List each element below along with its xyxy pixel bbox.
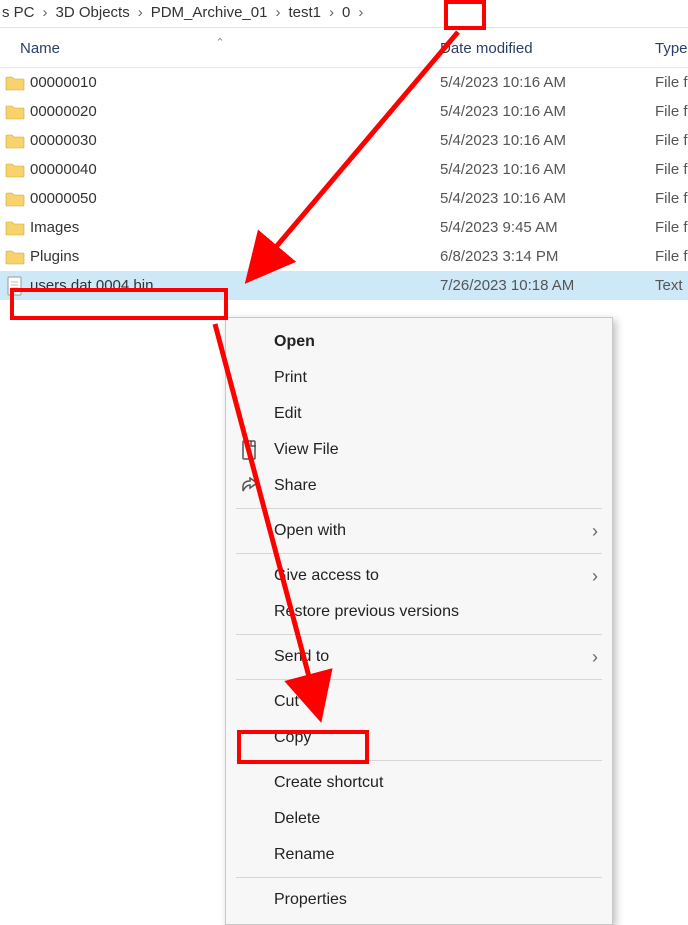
file-date: 5/4/2023 10:16 AM (440, 103, 655, 120)
list-item[interactable]: users.dat.0004.bin7/26/2023 10:18 AMText (0, 271, 688, 300)
file-name: 00000030 (30, 132, 440, 149)
file-name: Images (30, 219, 440, 236)
file-type: File f (655, 132, 688, 149)
menu-print[interactable]: Print (226, 360, 612, 396)
menu-share[interactable]: Share (226, 468, 612, 504)
folder-icon (0, 249, 30, 265)
file-date: 5/4/2023 9:45 AM (440, 219, 655, 236)
chevron-right-icon: › (273, 4, 282, 21)
menu-sendto[interactable]: Send to › (226, 639, 612, 675)
menu-copy[interactable]: Copy (226, 720, 612, 756)
crumb-1[interactable]: 3D Objects (54, 4, 132, 21)
file-name: Plugins (30, 248, 440, 265)
chevron-right-icon: › (592, 521, 598, 542)
file-name: 00000020 (30, 103, 440, 120)
file-icon (0, 276, 30, 296)
list-item[interactable]: 000000105/4/2023 10:16 AMFile f (0, 68, 688, 97)
list-item[interactable]: 000000305/4/2023 10:16 AMFile f (0, 126, 688, 155)
header-type[interactable]: Type (655, 40, 688, 57)
menu-properties[interactable]: Properties (226, 882, 612, 918)
header-date[interactable]: Date modified (440, 40, 655, 57)
crumb-0[interactable]: s PC (0, 4, 37, 21)
list-item[interactable]: Plugins6/8/2023 3:14 PMFile f (0, 242, 688, 271)
menu-restore[interactable]: Restore previous versions (226, 594, 612, 630)
folder-icon (0, 75, 30, 91)
file-date: 5/4/2023 10:16 AM (440, 190, 655, 207)
file-type: Text (655, 277, 688, 294)
file-date: 5/4/2023 10:16 AM (440, 132, 655, 149)
menu-openwith[interactable]: Open with › (226, 513, 612, 549)
sort-indicator-icon: ⌃ (0, 36, 440, 49)
menu-giveaccess[interactable]: Give access to › (226, 558, 612, 594)
crumb-2[interactable]: PDM_Archive_01 (149, 4, 270, 21)
file-name: 00000040 (30, 161, 440, 178)
menu-createshortcut[interactable]: Create shortcut (226, 765, 612, 801)
menu-cut[interactable]: Cut (226, 684, 612, 720)
menu-rename[interactable]: Rename (226, 837, 612, 873)
menu-edit[interactable]: Edit (226, 396, 612, 432)
list-item[interactable]: Images5/4/2023 9:45 AMFile f (0, 213, 688, 242)
folder-icon (0, 133, 30, 149)
menu-delete[interactable]: Delete (226, 801, 612, 837)
document-icon (238, 440, 262, 460)
folder-icon (0, 162, 30, 178)
chevron-right-icon: › (327, 4, 336, 21)
share-icon (238, 477, 262, 495)
file-date: 7/26/2023 10:18 AM (440, 277, 655, 294)
file-type: File f (655, 190, 688, 207)
folder-icon (0, 104, 30, 120)
list-item[interactable]: 000000505/4/2023 10:16 AMFile f (0, 184, 688, 213)
context-menu: Open Print Edit View File Share Open wit… (225, 317, 613, 925)
chevron-right-icon: › (41, 4, 50, 21)
menu-open[interactable]: Open (226, 324, 612, 360)
folder-icon (0, 191, 30, 207)
chevron-right-icon: › (592, 647, 598, 668)
crumb-4[interactable]: 0 (340, 4, 352, 21)
chevron-right-icon: › (356, 4, 365, 21)
list-item[interactable]: 000000405/4/2023 10:16 AMFile f (0, 155, 688, 184)
file-type: File f (655, 74, 688, 91)
file-type: File f (655, 161, 688, 178)
file-type: File f (655, 248, 688, 265)
file-name: 00000010 (30, 74, 440, 91)
file-date: 6/8/2023 3:14 PM (440, 248, 655, 265)
list-item[interactable]: 000000205/4/2023 10:16 AMFile f (0, 97, 688, 126)
file-date: 5/4/2023 10:16 AM (440, 74, 655, 91)
chevron-right-icon: › (136, 4, 145, 21)
file-type: File f (655, 219, 688, 236)
file-type: File f (655, 103, 688, 120)
file-list: 000000105/4/2023 10:16 AMFile f000000205… (0, 68, 688, 300)
file-name: users.dat.0004.bin (30, 277, 440, 294)
breadcrumb[interactable]: s PC › 3D Objects › PDM_Archive_01 › tes… (0, 0, 688, 27)
file-name: 00000050 (30, 190, 440, 207)
folder-icon (0, 220, 30, 236)
crumb-3[interactable]: test1 (286, 4, 323, 21)
file-date: 5/4/2023 10:16 AM (440, 161, 655, 178)
chevron-right-icon: › (592, 566, 598, 587)
menu-viewfile[interactable]: View File (226, 432, 612, 468)
